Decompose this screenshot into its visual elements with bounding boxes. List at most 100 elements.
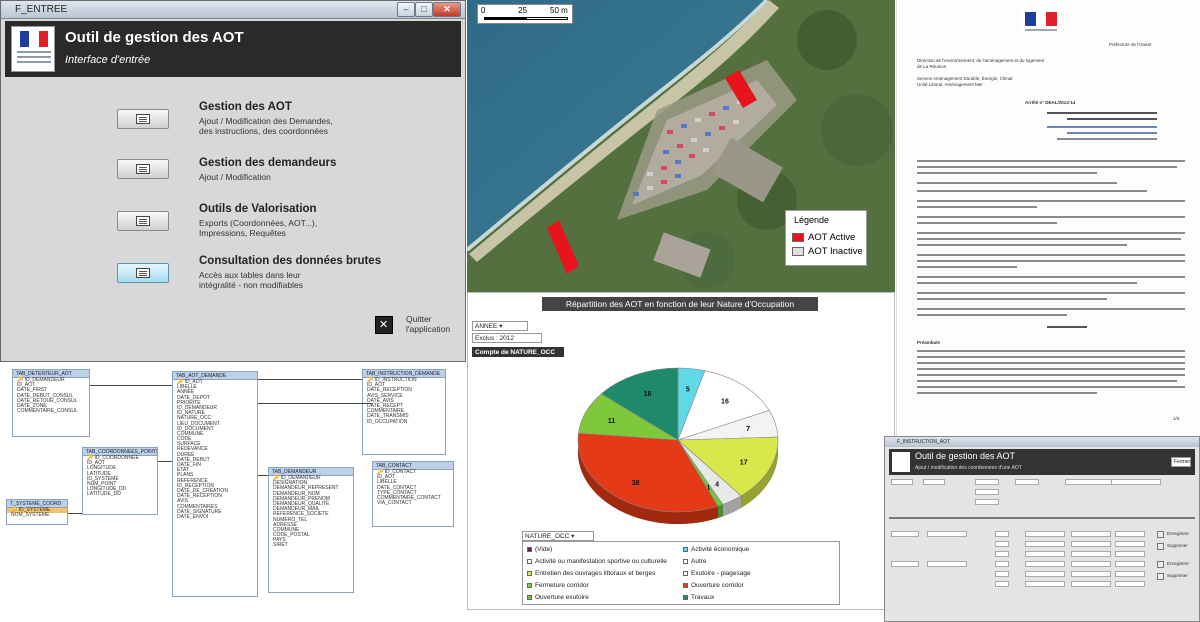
form-input[interactable] [975,499,999,505]
form-input[interactable] [1025,551,1065,557]
pie-data-label: 38 [632,480,640,487]
legend-label: Activité ou manifestation sportive ou cu… [535,558,667,565]
form-input[interactable] [1071,541,1111,547]
marianne-logo [1021,8,1061,36]
menu-desc-consultation-2: intégralité - non modifiables [199,280,303,290]
form-input[interactable] [1025,561,1065,567]
doc-text-line [917,292,1185,294]
relationship-table[interactable]: TAB_CONTACT 🔑 ID_CONTACT ID_AOT LIBELLE DATE… [372,461,454,527]
legend-field-button[interactable]: NATURE_OCC ▾ [522,531,594,541]
menu-title-consultation: Consultation des données brutes [199,255,382,267]
form-input[interactable] [1065,479,1115,485]
form-action-icon[interactable] [1157,573,1164,580]
form-input[interactable] [1071,551,1111,557]
form-input[interactable] [1025,541,1065,547]
table-field: NOM_SYSTEME [11,512,50,519]
menu-desc-consultation-1: Accès aux tables dans leur [199,270,301,280]
form-input[interactable] [995,581,1009,587]
relationship-table[interactable]: TAB_DEMANDEUR 🔑 ID_DEMANDEUR DESIGNATION DE… [268,467,354,593]
form-input[interactable] [1115,581,1145,587]
relationship-table[interactable]: TAB_COORDONNEES_POINTS 🔑 ID_COORDONNEE ID_… [82,447,158,515]
save-label-1[interactable]: Enregistrer [1167,531,1189,536]
doc-line-2: de La Réunion [917,64,947,69]
legend-item: Entretien des ouvrages littoraux et berg… [527,570,655,577]
form-icon [136,114,150,124]
relationship-table[interactable]: TAB_AOT_DEMANDE 🔑 ID_AOT LIBELLE ANNEE DATE_… [172,371,258,597]
form-input[interactable] [891,561,919,567]
form-input[interactable] [1025,581,1065,587]
form-input[interactable] [1115,531,1145,537]
form-input[interactable] [995,541,1009,547]
chart-legend: NATURE_OCC ▾ (Vide) Activité économique Ac… [522,531,840,605]
doc-text-line [917,380,1177,382]
doc-text-line [917,374,1185,376]
consultation-donnees-button[interactable] [117,263,169,283]
form-input[interactable] [1071,581,1111,587]
form-input[interactable] [927,561,967,567]
form-input[interactable] [975,479,999,485]
doc-text-line [917,172,1097,174]
annee-filter[interactable]: ANNEE ▾ [472,321,528,331]
form-action-icon[interactable] [1157,561,1164,568]
form-input[interactable] [975,489,999,495]
form-input[interactable] [1071,561,1111,567]
gestion-aot-button[interactable] [117,109,169,129]
relationship-table[interactable]: T_SYSTEME_COORD 🔑 ID_SYSTEME NOM_SYSTEME [6,499,68,525]
maximize-icon[interactable]: □ [415,2,433,17]
legend-swatch [683,571,688,576]
form-input[interactable] [995,551,1009,557]
doc-paragraph-title: Préambule [917,340,941,345]
form-action-icon[interactable] [1157,543,1164,550]
aerial-map[interactable]: 0 25 50 m Légende AOT Active AOT Inactiv… [467,0,895,292]
form-input[interactable] [1115,561,1145,567]
doc-text-line [1067,118,1157,120]
form-action-icon[interactable] [1157,531,1164,538]
aot-active-swatch [792,233,804,242]
legend-swatch [527,547,532,552]
pie-data-label: 17 [740,459,748,466]
doc-text-line [917,244,1127,246]
quit-button[interactable] [375,316,393,334]
close-icon[interactable]: ✕ [433,2,461,17]
delete-label-1[interactable]: Supprimer [1167,543,1188,548]
menu-title-valorisation: Outils de Valorisation [199,203,317,215]
table-field: ID_OCCUPATION [367,418,408,425]
form-input[interactable] [1115,541,1145,547]
scale-bar: 0 25 50 m [477,4,573,24]
quit-label[interactable]: Quitter l'application [406,314,462,334]
form-input[interactable] [995,561,1009,567]
form-input[interactable] [891,479,913,485]
form-input[interactable] [1025,571,1065,577]
form-input[interactable] [1115,571,1145,577]
relationship-table[interactable]: TAB_INSTRUCTION_DEMANDE 🔑 ID_INSTRUCTION I… [362,369,446,455]
doc-text-line [917,368,1185,370]
doc-text-line [1047,112,1157,114]
form-input[interactable] [891,531,919,537]
form-input[interactable] [995,531,1009,537]
outils-valorisation-button[interactable] [117,211,169,231]
legend-item: Fermeture corridor [527,582,589,589]
menu-desc-aot-1: Ajout / Modification des Demandes, [199,116,333,126]
legend-label: (Vide) [535,546,553,553]
legend-label: Ouverture exutoire [535,594,589,601]
relationships-diagram: TAB_DETENTEUR_AOT 🔑 ID_DEMANDEUR ID_AOT DAT… [0,363,466,622]
relationship-table[interactable]: TAB_DETENTEUR_AOT 🔑 ID_DEMANDEUR ID_AOT DAT… [12,369,90,437]
form-input[interactable] [995,571,1009,577]
form-input[interactable] [927,531,967,537]
form-input[interactable] [1015,479,1039,485]
form-input[interactable] [1071,531,1111,537]
form-input[interactable] [1071,571,1111,577]
form-input[interactable] [1111,479,1161,485]
delete-label-2[interactable]: Supprimer [1167,573,1188,578]
doc-header-right: Préfecture de l'Ouest [1109,42,1152,47]
form-icon [136,216,150,226]
form-input[interactable] [889,517,1195,519]
legend-aot-inactive: AOT Inactive [808,246,863,257]
form-input[interactable] [1025,531,1065,537]
minimize-icon[interactable]: – [397,2,415,17]
gestion-demandeurs-button[interactable] [117,159,169,179]
save-label-2[interactable]: Enregistrer [1167,561,1189,566]
form-input[interactable] [1115,551,1145,557]
form-input[interactable] [923,479,945,485]
close-form-button[interactable]: Fermer [1171,457,1191,467]
